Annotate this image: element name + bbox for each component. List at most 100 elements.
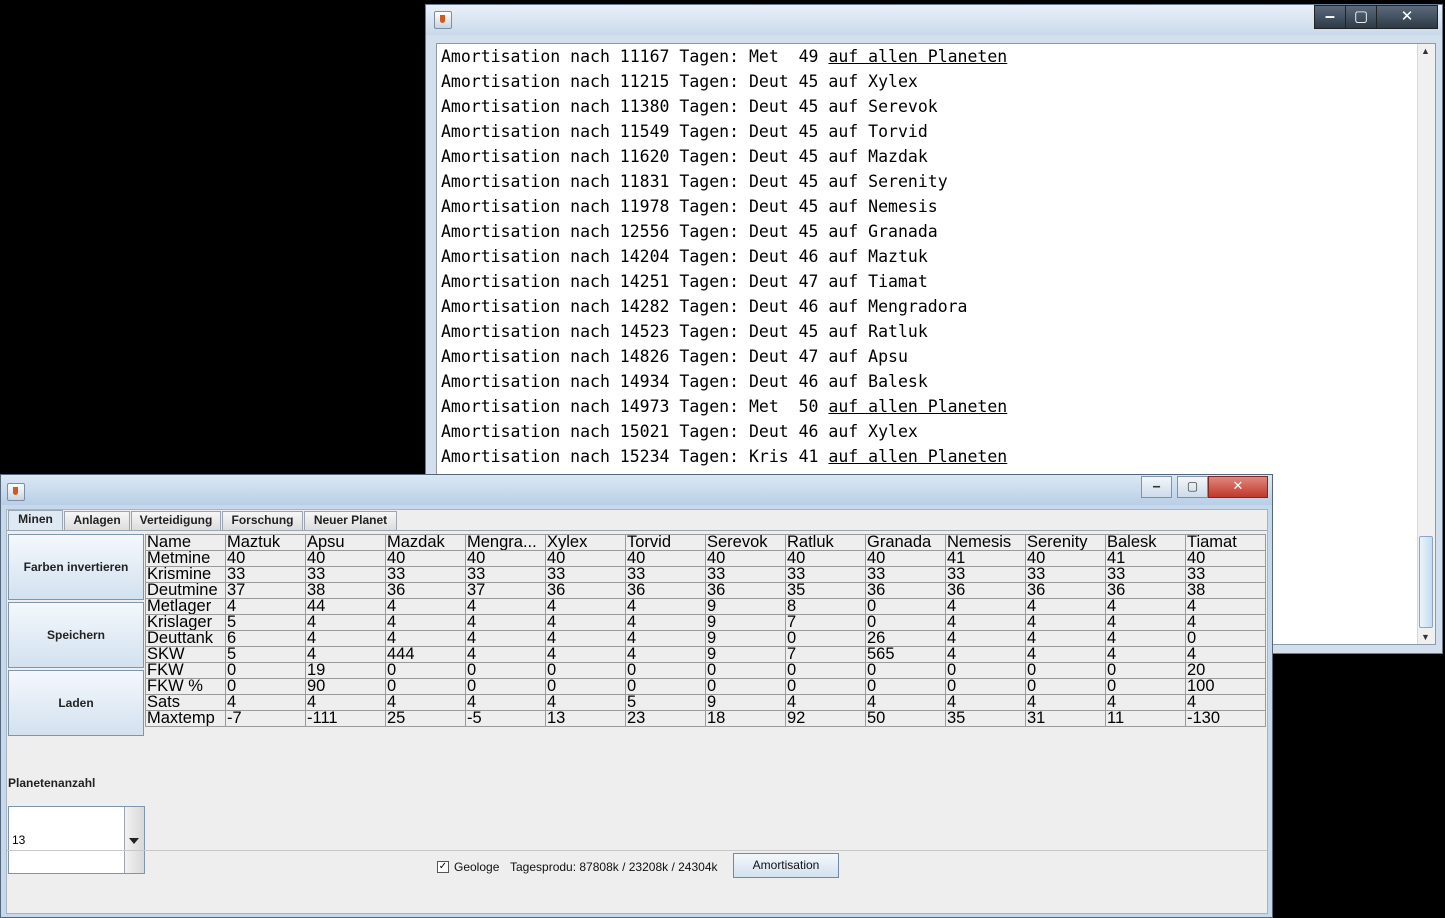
table-cell[interactable]: 4 [1025, 614, 1106, 631]
table-cell[interactable]: 0 [465, 662, 546, 679]
tab-anlagen[interactable]: Anlagen [64, 511, 130, 530]
table-cell[interactable]: 41 [945, 550, 1026, 567]
table-cell[interactable]: -111 [305, 710, 386, 727]
table-cell[interactable]: 0 [1105, 662, 1186, 679]
table-cell[interactable]: 0 [625, 662, 706, 679]
table-cell[interactable]: 4 [945, 630, 1026, 647]
table-cell[interactable]: 13 [545, 710, 626, 727]
tab-verteidigung[interactable]: Verteidigung [131, 511, 221, 530]
table-cell[interactable]: 4 [1105, 694, 1186, 711]
table-cell[interactable]: 33 [545, 566, 626, 583]
table-cell[interactable]: 444 [385, 646, 466, 663]
table-cell[interactable]: 38 [1185, 582, 1266, 599]
table-cell[interactable]: 0 [865, 614, 946, 631]
table-cell[interactable]: 40 [305, 550, 386, 567]
column-header[interactable]: Balesk [1105, 534, 1186, 551]
table-cell[interactable]: 7 [785, 614, 866, 631]
table-cell[interactable]: 40 [865, 550, 946, 567]
table-cell[interactable]: 9 [705, 630, 786, 647]
table-cell[interactable]: 9 [705, 614, 786, 631]
table-cell[interactable]: 4 [625, 598, 706, 615]
column-header[interactable]: Apsu [305, 534, 386, 551]
table-cell[interactable]: 40 [465, 550, 546, 567]
table-cell[interactable]: 36 [1105, 582, 1186, 599]
table-cell[interactable]: 33 [785, 566, 866, 583]
table-cell[interactable]: 37 [465, 582, 546, 599]
column-header[interactable]: Name [145, 534, 226, 551]
scroll-thumb[interactable] [1419, 536, 1433, 628]
table-cell[interactable]: 4 [545, 598, 626, 615]
log-scrollbar[interactable]: ▲ ▼ [1417, 44, 1435, 644]
table-cell[interactable]: 4 [625, 630, 706, 647]
table-cell[interactable]: 40 [545, 550, 626, 567]
column-header[interactable]: Mengra... [465, 534, 546, 551]
table-cell[interactable]: 19 [305, 662, 386, 679]
table-cell[interactable]: 38 [305, 582, 386, 599]
table-cell[interactable]: 4 [385, 630, 466, 647]
table-cell[interactable]: 4 [305, 614, 386, 631]
table-cell[interactable]: 9 [705, 646, 786, 663]
table-cell[interactable]: 18 [705, 710, 786, 727]
table-cell[interactable]: 4 [545, 630, 626, 647]
table-cell[interactable]: 4 [1025, 598, 1106, 615]
table-cell[interactable]: 26 [865, 630, 946, 647]
table-cell[interactable]: 20 [1185, 662, 1266, 679]
maximize-button[interactable]: ▢ [1345, 5, 1377, 29]
table-cell[interactable]: 33 [865, 566, 946, 583]
table-cell[interactable]: 5 [225, 614, 306, 631]
table-cell[interactable]: 25 [385, 710, 466, 727]
tab-forschung[interactable]: Forschung [222, 511, 303, 530]
table-cell[interactable]: 0 [1185, 630, 1266, 647]
table-cell[interactable]: 4 [1025, 646, 1106, 663]
table-cell[interactable]: 9 [705, 694, 786, 711]
column-header[interactable]: Ratluk [785, 534, 866, 551]
tab-minen[interactable]: Minen [8, 510, 63, 531]
table-cell[interactable]: 4 [465, 598, 546, 615]
table-cell[interactable]: 40 [785, 550, 866, 567]
close-button[interactable]: ✕ [1376, 5, 1438, 29]
table-cell[interactable]: 4 [465, 646, 546, 663]
column-header[interactable]: Granada [865, 534, 946, 551]
table-cell[interactable]: 0 [945, 662, 1026, 679]
table-cell[interactable]: 6 [225, 630, 306, 647]
table-cell[interactable]: 100 [1185, 678, 1266, 695]
table-cell[interactable]: 44 [305, 598, 386, 615]
scroll-down-icon[interactable]: ▼ [1421, 632, 1430, 642]
minimize-button[interactable]: ‒ [1141, 476, 1172, 498]
table-cell[interactable]: 4 [1105, 598, 1186, 615]
scroll-up-icon[interactable]: ▲ [1421, 46, 1430, 56]
table-cell[interactable]: 8 [785, 598, 866, 615]
table-cell[interactable]: 4 [545, 646, 626, 663]
table-cell[interactable]: 36 [385, 582, 466, 599]
table-cell[interactable]: -5 [465, 710, 546, 727]
log-window-titlebar[interactable]: ‒ ▢ ✕ [426, 5, 1442, 35]
table-cell[interactable]: 36 [545, 582, 626, 599]
table-cell[interactable]: 4 [385, 598, 466, 615]
column-header[interactable]: Serenity [1025, 534, 1106, 551]
table-cell[interactable]: 4 [545, 694, 626, 711]
maximize-button[interactable]: ▢ [1177, 476, 1208, 498]
table-cell[interactable]: 31 [1025, 710, 1106, 727]
table-cell[interactable]: 4 [1105, 646, 1186, 663]
table-cell[interactable]: 4 [1185, 598, 1266, 615]
table-cell[interactable]: 4 [1025, 694, 1106, 711]
table-cell[interactable]: 4 [945, 598, 1026, 615]
table-cell[interactable]: 4 [1025, 630, 1106, 647]
table-cell[interactable]: 33 [1025, 566, 1106, 583]
table-cell[interactable]: 33 [385, 566, 466, 583]
table-cell[interactable]: 36 [625, 582, 706, 599]
table-cell[interactable]: 36 [705, 582, 786, 599]
table-cell[interactable]: 23 [625, 710, 706, 727]
column-header[interactable]: Mazdak [385, 534, 466, 551]
table-cell[interactable]: 4 [305, 646, 386, 663]
amortisation-button[interactable]: Amortisation [733, 853, 839, 878]
table-cell[interactable]: 0 [945, 678, 1026, 695]
table-cell[interactable]: 0 [625, 678, 706, 695]
minimize-button[interactable]: ‒ [1314, 5, 1346, 29]
table-cell[interactable]: 0 [385, 678, 466, 695]
close-button[interactable]: ✕ [1208, 476, 1268, 498]
table-cell[interactable]: 92 [785, 710, 866, 727]
table-cell[interactable]: 4 [545, 614, 626, 631]
column-header[interactable]: Maztuk [225, 534, 306, 551]
table-cell[interactable]: 33 [1105, 566, 1186, 583]
